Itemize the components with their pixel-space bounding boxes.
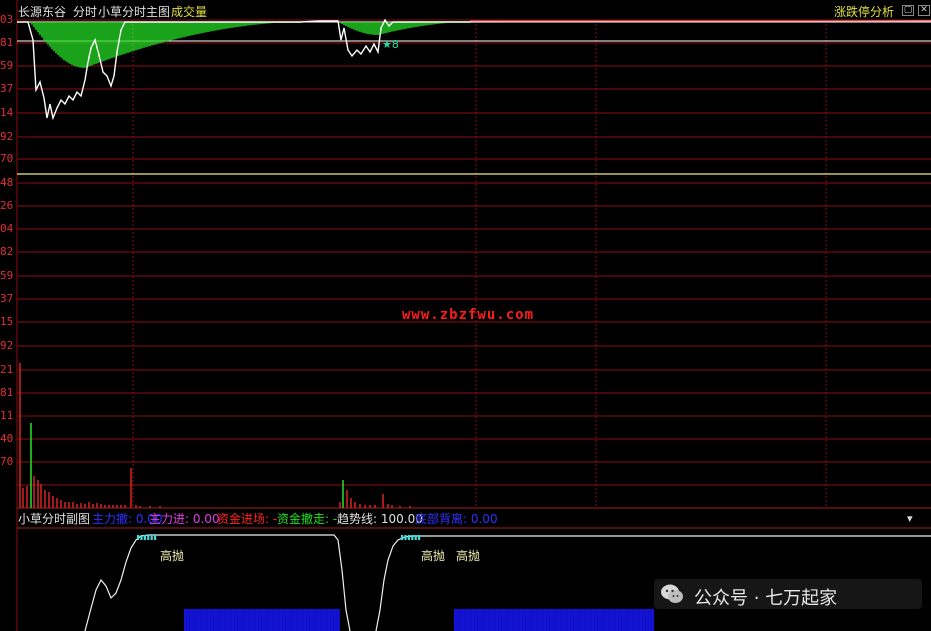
y-axis-label: 92 [0,130,14,143]
y-axis-label: 04 [0,222,14,235]
y-axis-label: 40 [0,432,14,445]
restore-icon[interactable]: ▢ [902,5,914,16]
high-marker-1-5 [418,535,421,540]
y-axis-label: 37 [0,82,14,95]
sub-indicator-3: 资金撤走: - [277,512,338,526]
y-axis-label: 81 [0,36,14,49]
sub-indicator-2: 资金进场: - [217,512,278,526]
close-icon[interactable]: ✕ [918,5,930,16]
y-axis-label: 03 [0,13,14,26]
y-axis-label: 11 [0,409,14,422]
wechat-account-name: 公众号 · 七万起家 [694,588,838,609]
indicator-name[interactable]: 小草分时主图 [98,5,170,19]
mode-label[interactable]: 分时 [73,5,97,19]
volume-label[interactable]: 成交量 [171,5,207,19]
signal-star-label: ★8 [382,38,399,51]
sub-indicator-5: 底部背离: 0.00 [415,512,498,526]
y-axis-label: 26 [0,199,14,212]
y-axis-label: 82 [0,245,14,258]
y-axis-label: 21 [0,363,14,376]
high-marker-1-0 [401,535,404,540]
y-axis-label: 59 [0,59,14,72]
y-axis-label: 14 [0,106,14,119]
stock-name: 长源东谷 [18,5,67,19]
high-marker-0-2 [143,535,146,540]
price-line-afternoon [130,18,931,58]
watermark-text: www.zbzfwu.com [402,307,535,323]
high-marker-0-3 [147,535,150,540]
sub-indicator-4: 趋势线: 100.00 [337,512,423,526]
annotation-high-sell-3: 高抛 [456,549,481,563]
intraday-chart-window: 长源东谷 分时 小草分时主图 成交量 涨跌停分析 ▢ ✕ 03 81 59 37 14 9… [0,0,931,631]
annotation-high-sell-2: 高抛 [421,549,446,563]
y-axis-label: 70 [0,152,14,165]
high-marker-0-0 [137,535,140,540]
collapse-icon[interactable]: ▾ [907,512,913,526]
y-axis-label: 48 [0,176,14,189]
blue-band-1 [184,609,340,631]
y-axis-label: 70 [0,455,14,468]
high-marker-0-4 [150,535,153,540]
wechat-watermark: 公众号 · 七万起家 [654,579,922,609]
y-axis-label: 37 [0,292,14,305]
high-marker-1-1 [404,535,407,540]
y-axis-label: 92 [0,339,14,352]
high-marker-0-5 [154,535,157,540]
high-marker-1-2 [407,535,410,540]
high-marker-0-1 [140,535,143,540]
high-marker-1-3 [411,535,414,540]
wechat-icon [661,584,683,603]
y-axis-label: 59 [0,269,14,282]
sub-indicator-1: 主力进: 0.00 [149,512,220,526]
limit-analysis-button[interactable]: 涨跌停分析 [834,5,894,19]
y-axis-label: 81 [0,386,14,399]
sub-panel-title[interactable]: 小草分时副图 [18,512,90,526]
high-marker-1-4 [414,535,417,540]
y-axis-label: 15 [0,315,14,328]
annotation-high-sell-1: 高抛 [160,549,185,563]
